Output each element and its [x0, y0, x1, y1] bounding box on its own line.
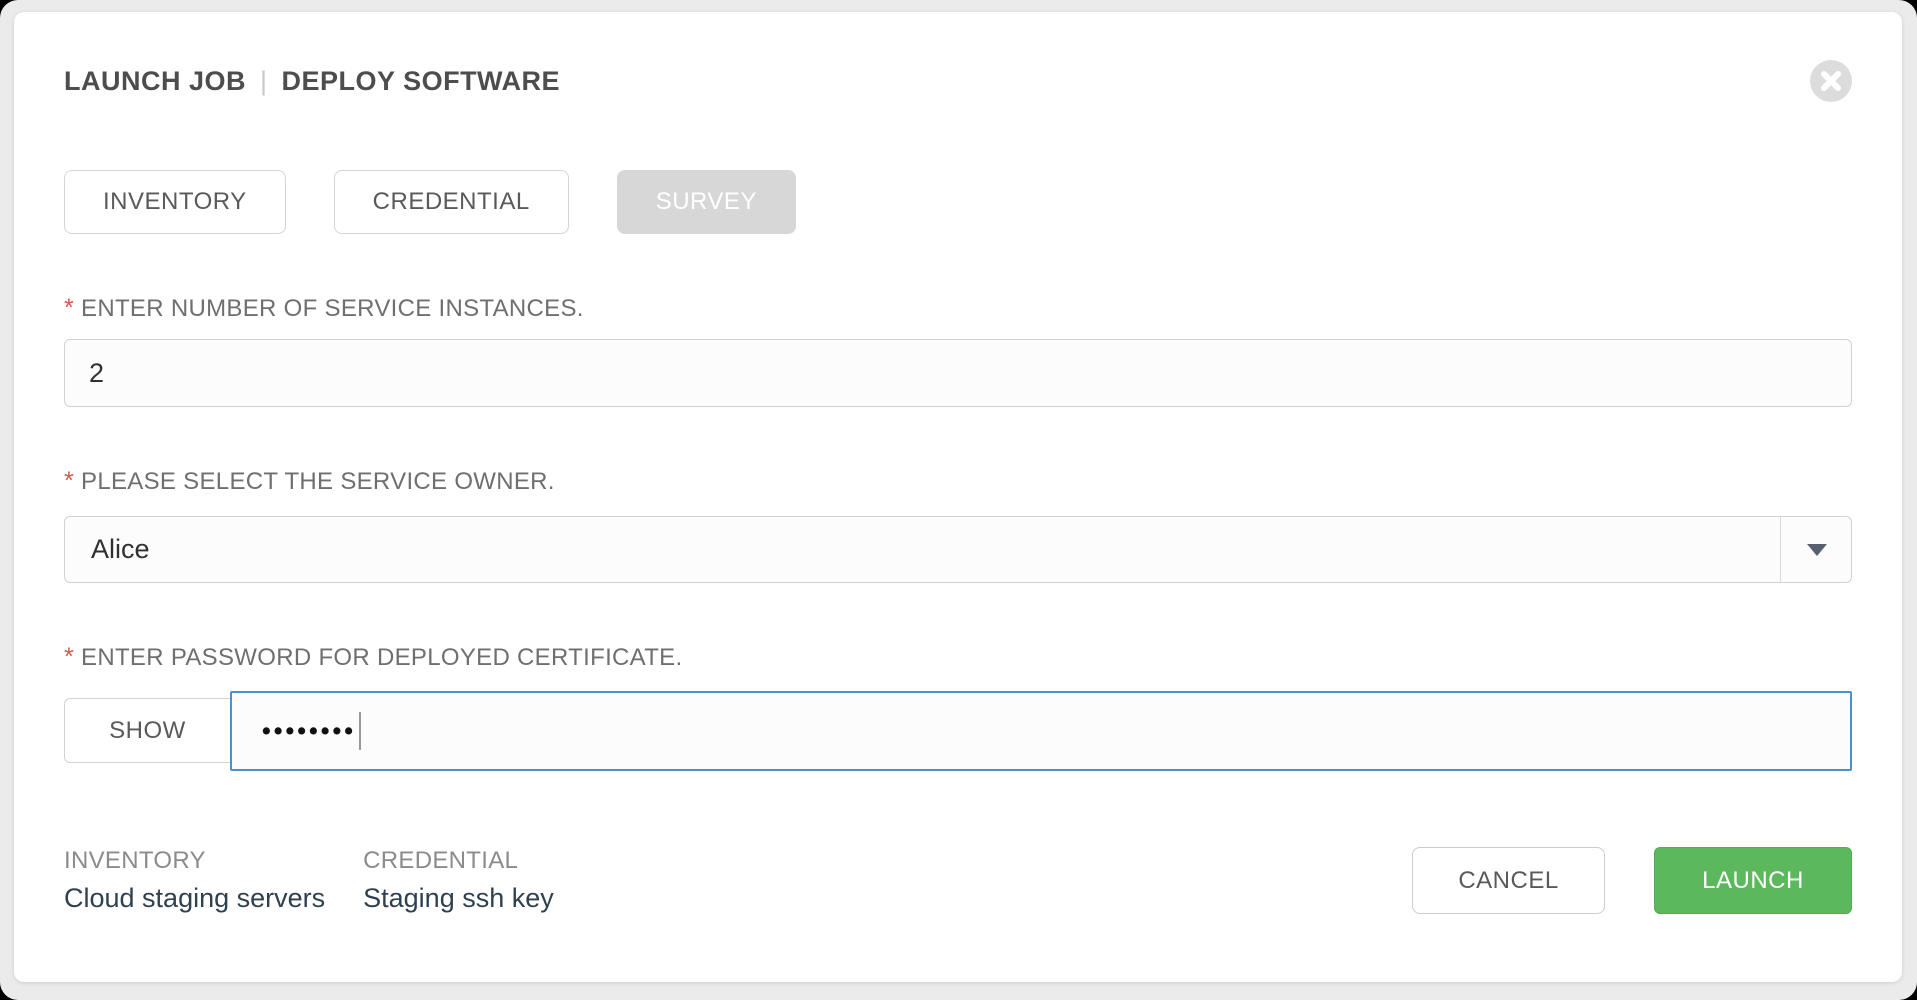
service-instances-input[interactable]: [64, 339, 1852, 407]
close-button[interactable]: [1810, 60, 1852, 102]
title-primary: LAUNCH JOB: [64, 66, 246, 96]
certificate-password-input[interactable]: ••••••••: [230, 691, 1852, 771]
summary-inventory-value: Cloud staging servers: [64, 883, 325, 914]
field-label: * ENTER PASSWORD FOR DEPLOYED CERTIFICAT…: [64, 643, 1852, 672]
summary-credential-value: Staging ssh key: [363, 883, 554, 914]
modal-footer: INVENTORY Cloud staging servers CREDENTI…: [64, 847, 1852, 914]
page-background: LAUNCH JOB|DEPLOY SOFTWARE INVENTORY CRE…: [0, 0, 1917, 1000]
page-title: LAUNCH JOB|DEPLOY SOFTWARE: [64, 66, 560, 97]
required-asterisk: *: [64, 467, 74, 496]
chevron-down-icon: [1807, 544, 1827, 556]
modal-header: LAUNCH JOB|DEPLOY SOFTWARE: [64, 60, 1852, 102]
summary-credential-label: CREDENTIAL: [363, 847, 554, 875]
select-selected-value[interactable]: Alice: [64, 516, 1852, 583]
masked-password-value: ••••••••: [262, 719, 356, 744]
password-input-group: SHOW ••••••••: [64, 691, 1852, 771]
field-label: * ENTER NUMBER OF SERVICE INSTANCES.: [64, 294, 1852, 323]
service-owner-select[interactable]: Alice: [64, 516, 1852, 583]
summary-inventory-label: INVENTORY: [64, 847, 325, 875]
step-inventory[interactable]: INVENTORY: [64, 170, 286, 234]
launch-steps: INVENTORY CREDENTIAL SURVEY: [64, 170, 1852, 234]
required-asterisk: *: [64, 294, 74, 323]
launch-button[interactable]: LAUNCH: [1654, 847, 1852, 914]
title-secondary: DEPLOY SOFTWARE: [282, 66, 561, 96]
field-service-instances: * ENTER NUMBER OF SERVICE INSTANCES.: [64, 294, 1852, 407]
step-credential[interactable]: CREDENTIAL: [334, 170, 569, 234]
launch-summary: INVENTORY Cloud staging servers CREDENTI…: [64, 847, 554, 914]
action-buttons: CANCEL LAUNCH: [1412, 847, 1852, 914]
select-dropdown-toggle[interactable]: [1780, 516, 1852, 583]
field-service-owner: * PLEASE SELECT THE SERVICE OWNER. Alice: [64, 467, 1852, 583]
summary-credential: CREDENTIAL Staging ssh key: [363, 847, 554, 914]
field-label: * PLEASE SELECT THE SERVICE OWNER.: [64, 467, 1852, 496]
field-label-text: ENTER NUMBER OF SERVICE INSTANCES.: [81, 295, 584, 323]
step-survey[interactable]: SURVEY: [617, 170, 796, 234]
launch-job-modal: LAUNCH JOB|DEPLOY SOFTWARE INVENTORY CRE…: [14, 12, 1902, 982]
summary-inventory: INVENTORY Cloud staging servers: [64, 847, 325, 914]
field-label-text: PLEASE SELECT THE SERVICE OWNER.: [81, 468, 555, 496]
field-certificate-password: * ENTER PASSWORD FOR DEPLOYED CERTIFICAT…: [64, 643, 1852, 771]
title-separator: |: [246, 66, 282, 96]
required-asterisk: *: [64, 643, 74, 672]
cancel-button[interactable]: CANCEL: [1412, 847, 1605, 914]
show-password-button[interactable]: SHOW: [64, 698, 230, 763]
field-label-text: ENTER PASSWORD FOR DEPLOYED CERTIFICATE.: [81, 644, 682, 672]
circle-x-icon: [1820, 70, 1842, 92]
text-caret: [359, 712, 361, 750]
